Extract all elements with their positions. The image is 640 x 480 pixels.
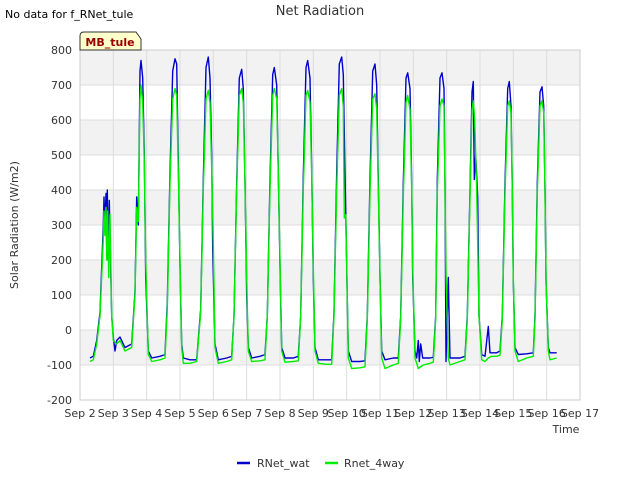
x-tick-labels: Sep 2 Sep 3 Sep 4 Sep 5 Sep 6 Sep 7 Sep 8 Sep 9… — [64, 407, 599, 420]
y-tick-label: -100 — [47, 359, 72, 372]
no-data-note: No data for f_RNet_tule — [5, 8, 134, 21]
y-tick-label: 600 — [51, 114, 72, 127]
x-tick-label: Sep 8 — [264, 407, 295, 420]
x-tick-label: Sep 5 — [164, 407, 195, 420]
legend-label-rnet-wat: RNet_wat — [257, 457, 310, 470]
y-tick-label: 500 — [51, 149, 72, 162]
y-tick-label: 100 — [51, 289, 72, 302]
chart-title: Net Radiation — [276, 4, 364, 19]
x-tick-label: Sep 2 — [64, 407, 95, 420]
plot-band — [80, 120, 580, 155]
y-tick-label: 0 — [65, 324, 72, 337]
y-tick-label: -200 — [47, 394, 72, 407]
y-tick-label: 300 — [51, 219, 72, 232]
y-axis-title: Solar Radiation (W/m2) — [8, 161, 21, 289]
x-tick-label: Sep 9 — [298, 407, 329, 420]
x-axis-title: Time — [552, 423, 580, 436]
badge-label: MB_tule — [85, 36, 134, 49]
mb-tule-badge: MB_tule — [79, 31, 142, 51]
y-tick-label: 800 — [51, 44, 72, 57]
x-tick-label: Sep 6 — [198, 407, 229, 420]
plot-band — [80, 260, 580, 295]
legend-label-rnet-4way: Rnet_4way — [344, 457, 405, 470]
y-tick-label: 700 — [51, 79, 72, 92]
net-radiation-chart: -200-1000100200300400500600700800 Sep 2S… — [0, 0, 640, 480]
y-tick-label: 400 — [51, 184, 72, 197]
x-tick-label: Sep 3 — [98, 407, 129, 420]
plot-band — [80, 50, 580, 85]
x-tick-label: Sep 4 — [131, 407, 162, 420]
y-tick-label: 200 — [51, 254, 72, 267]
x-tick-label: Sep 7 — [231, 407, 262, 420]
x-tick-label: Sep 17 — [561, 407, 599, 420]
